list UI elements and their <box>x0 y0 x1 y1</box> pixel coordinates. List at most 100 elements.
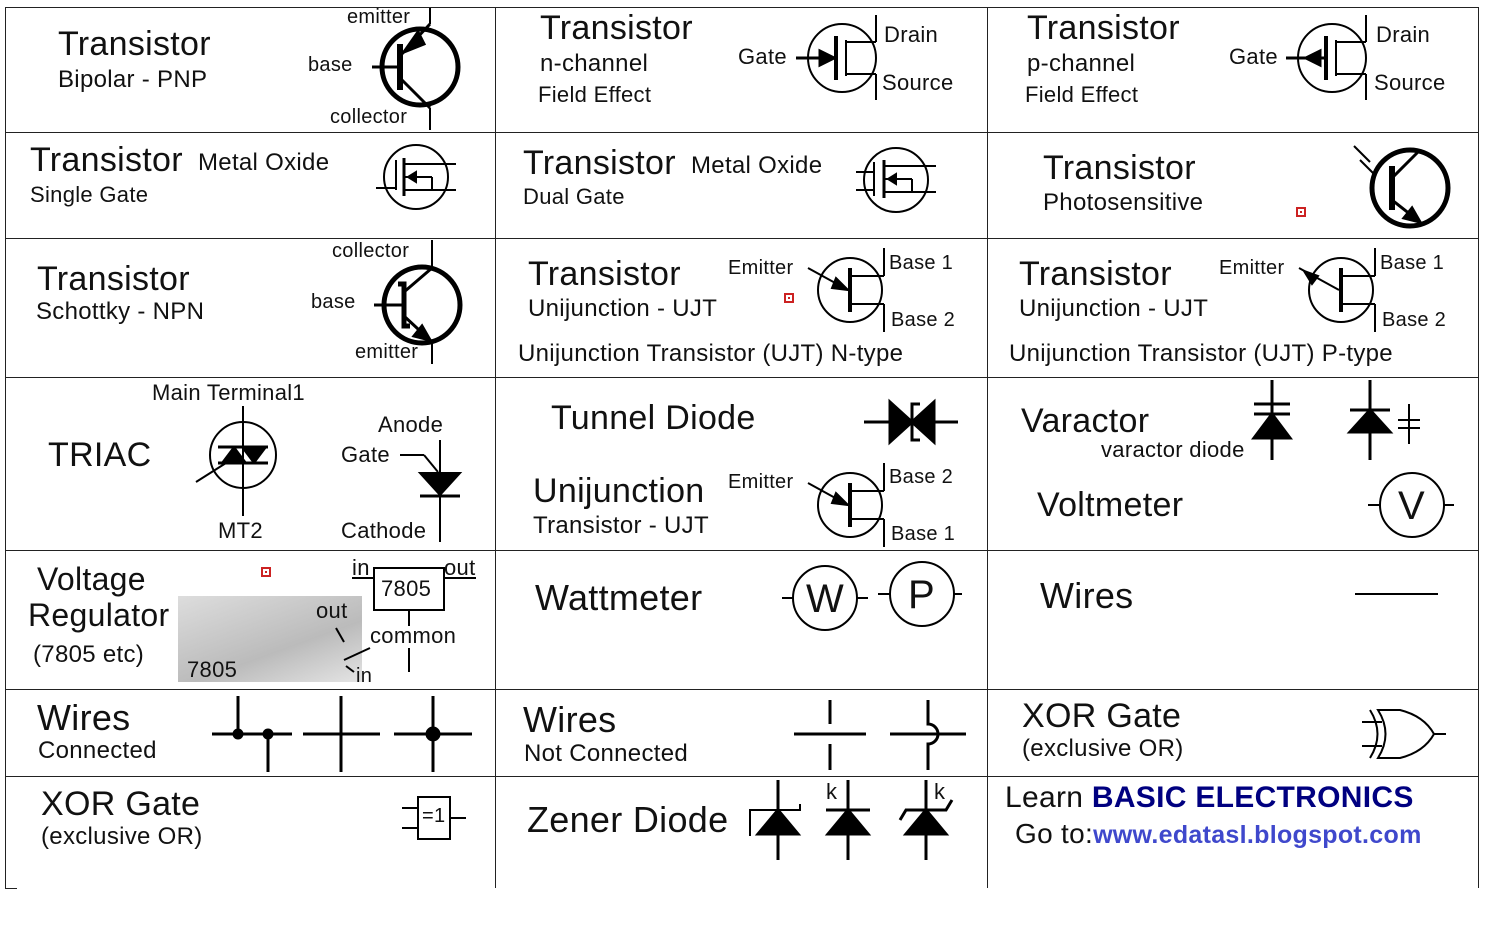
marker-icon <box>261 567 271 577</box>
label: base <box>308 54 353 76</box>
label: Unijunction Transistor (UJT) P-type <box>1009 340 1393 367</box>
label: XOR Gate <box>41 785 201 823</box>
label: (7805 etc) <box>33 641 145 668</box>
label: Emitter <box>728 257 794 279</box>
label: k <box>934 779 946 804</box>
label: Metal Oxide <box>198 149 330 176</box>
label: collector <box>332 240 410 262</box>
label: out <box>444 555 476 580</box>
label: (exclusive OR) <box>1022 735 1184 762</box>
label: Regulator <box>28 597 170 633</box>
label: Unijunction Transistor (UJT) N-type <box>518 340 904 367</box>
n-channel-fet-symbol <box>796 15 877 100</box>
label: Single Gate <box>30 182 149 207</box>
label: Transistor <box>523 144 676 182</box>
brand-name: BASIC ELECTRONICS <box>1091 781 1414 814</box>
label: Schottky - NPN <box>36 298 205 325</box>
label: Emitter <box>1219 257 1285 279</box>
label: k <box>826 779 838 804</box>
label: Wires <box>523 699 617 740</box>
p-channel-fet-symbol <box>1286 15 1367 100</box>
label: Base 2 <box>1382 309 1447 331</box>
promo-line-1: Learn BASIC ELECTRONICS <box>1005 783 1414 813</box>
label: Base 1 <box>891 523 956 545</box>
label: Anode <box>378 412 444 437</box>
label: p-channel <box>1027 50 1136 77</box>
label: Base 1 <box>1380 252 1445 274</box>
label: out <box>316 598 348 623</box>
learn-text: Learn <box>1005 781 1092 814</box>
label: 7805 <box>187 657 238 682</box>
label: Gate <box>1229 44 1278 69</box>
label: in <box>356 665 373 687</box>
label: Wattmeter <box>535 577 703 618</box>
label: Unijunction - UJT <box>1019 295 1209 322</box>
ujt-n-type-symbol <box>807 248 885 332</box>
varactor-symbol <box>1251 380 1420 460</box>
label: Photosensitive <box>1043 189 1204 216</box>
label: Drain <box>884 22 939 47</box>
marker-icon <box>1296 207 1306 217</box>
label: =1 <box>422 805 446 827</box>
label: MT2 <box>218 518 263 543</box>
label: Transistor <box>1019 255 1172 293</box>
label: emitter <box>347 6 411 28</box>
label: Emitter <box>728 471 794 493</box>
mosfet-dual-gate-symbol <box>856 147 936 213</box>
label: Main Terminal1 <box>152 380 305 405</box>
label: Transistor <box>58 25 211 63</box>
triac-symbol <box>195 406 277 516</box>
label: Voltmeter <box>1037 486 1184 524</box>
label: Wires <box>1040 575 1134 616</box>
label: Transistor <box>528 255 681 293</box>
mosfet-single-gate-symbol <box>376 144 456 210</box>
goto-text: Go to: <box>1015 818 1094 849</box>
label: Transistor <box>540 9 693 47</box>
zener-diode-symbols <box>749 780 954 860</box>
label: Gate <box>738 44 787 69</box>
label: Field Effect <box>538 82 652 107</box>
label: Source <box>882 70 954 95</box>
label: Base 2 <box>891 309 956 331</box>
ujt-symbol <box>807 463 885 547</box>
label: Varactor <box>1021 402 1150 440</box>
label: Transistor <box>1027 9 1180 47</box>
label: base <box>311 291 356 313</box>
xor-gate-symbol <box>1362 709 1446 759</box>
label: Transistor <box>37 260 190 298</box>
label: Field Effect <box>1025 82 1139 107</box>
label: Transistor - UJT <box>533 512 709 539</box>
label: Wires <box>37 697 131 738</box>
tunnel-diode-symbol <box>864 398 958 446</box>
label: Gate <box>341 442 390 467</box>
label: Voltage <box>37 561 146 597</box>
label: Tunnel Diode <box>551 399 756 437</box>
wires-not-connected-symbols <box>794 700 966 770</box>
wattmeter-letter: W <box>806 577 845 621</box>
label: common <box>370 623 457 648</box>
label: Dual Gate <box>523 184 625 209</box>
label: Base 1 <box>889 252 954 274</box>
label: Metal Oxide <box>691 152 823 179</box>
label: XOR Gate <box>1022 697 1182 735</box>
label: Cathode <box>341 518 427 543</box>
label: in <box>352 555 370 580</box>
label: Transistor <box>30 141 183 179</box>
label: Unijunction - UJT <box>528 295 718 322</box>
label: Transistor <box>1043 149 1196 187</box>
blog-url-link[interactable]: www.edatasl.blogspot.com <box>1093 821 1422 849</box>
label: Unijunction <box>533 472 705 510</box>
label: Bipolar - PNP <box>58 66 208 93</box>
label: varactor diode <box>1101 437 1245 462</box>
phototransistor-symbol <box>1353 145 1451 229</box>
label: Zener Diode <box>527 799 729 840</box>
voltmeter-letter: V <box>1398 484 1425 528</box>
promo-line-2: Go to:www.edatasl.blogspot.com <box>1015 820 1422 848</box>
label: emitter <box>355 341 419 363</box>
label: TRIAC <box>48 436 152 474</box>
ujt-p-type-symbol <box>1298 248 1376 332</box>
marker-icon <box>784 293 794 303</box>
label: Drain <box>1376 22 1431 47</box>
label: Not Connected <box>524 740 689 767</box>
label: (exclusive OR) <box>41 823 203 850</box>
